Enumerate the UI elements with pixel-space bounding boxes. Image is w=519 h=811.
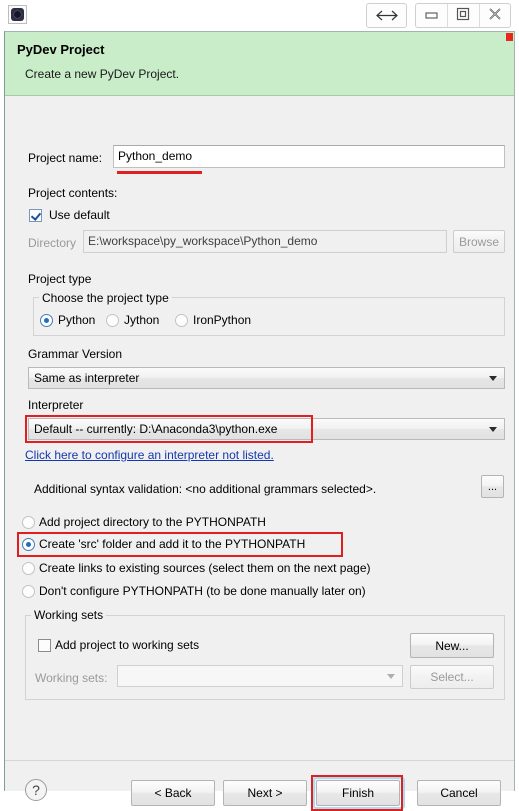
working-sets-combo [117,665,403,687]
project-name-value[interactable]: Python_demo [113,145,505,168]
working-sets-group-title: Working sets [31,608,107,622]
dialog-content: Project name: Python_demo Project conten… [5,97,514,760]
window-titlebar [0,0,519,31]
project-type-group-title: Choose the project type [39,291,172,305]
new-working-set-button[interactable]: New... [410,633,494,658]
project-type-label-jython: Jython [124,313,160,327]
cancel-button[interactable]: Cancel [417,780,501,806]
project-contents-label: Project contents: [28,186,118,200]
add-to-working-sets-checkbox[interactable] [38,639,51,652]
close-button[interactable] [478,4,510,27]
page-title: PyDev Project [17,42,105,57]
syntax-validation-ellipsis-button[interactable]: ... [481,475,504,498]
chevron-down-icon [387,674,395,679]
use-default-checkbox[interactable] [29,209,42,222]
back-button[interactable]: < Back [131,780,215,806]
left-right-arrows-icon [367,4,406,27]
new-pydev-project-dialog: PyDev Project Create a new PyDev Project… [4,31,515,811]
pythonpath-label-1: Create 'src' folder and add it to the PY… [39,537,306,551]
banner-marker [506,33,513,41]
project-type-label: Project type [28,272,92,286]
project-name-highlight [117,171,202,174]
directory-field: E:\workspace\py_workspace\Python_demo [83,230,447,253]
pythonpath-radio-0[interactable] [22,516,35,529]
project-type-label-python: Python [58,313,96,327]
chevron-down-icon [489,376,497,381]
select-working-set-button: Select... [410,665,494,689]
pythonpath-radio-3[interactable] [22,585,35,598]
page-subtitle: Create a new PyDev Project. [25,67,180,81]
use-default-label: Use default [49,208,110,222]
pythonpath-radio-1[interactable] [22,538,35,551]
grammar-version-value: Same as interpreter [34,371,140,385]
restore-button[interactable] [447,4,478,27]
window-controls [415,3,511,28]
interpreter-value: Default -- currently: D:\Anaconda3\pytho… [34,422,278,436]
project-type-radio-python[interactable] [40,314,53,327]
pythonpath-label-3: Don't configure PYTHONPATH (to be done m… [39,584,366,598]
next-button[interactable]: Next > [223,780,307,806]
grammar-version-combo[interactable]: Same as interpreter [28,367,505,389]
pydev-gear-icon [8,5,27,24]
add-to-working-sets-label: Add project to working sets [55,638,200,652]
pythonpath-radio-2[interactable] [22,562,35,575]
browse-button: Browse [453,230,505,253]
minimize-button[interactable] [416,4,447,27]
help-icon[interactable]: ? [25,779,47,801]
minimize-icon [424,9,439,23]
syntax-validation-label: Additional syntax validation: <no additi… [34,482,377,496]
pythonpath-label-0: Add project directory to the PYTHONPATH [39,515,266,529]
grammar-version-label: Grammar Version [28,347,123,361]
working-sets-label: Working sets: [35,671,108,685]
configure-interpreter-link[interactable]: Click here to configure an interpreter n… [25,448,274,462]
pythonpath-label-2: Create links to existing sources (select… [39,561,371,575]
project-name-label: Project name: [28,151,103,165]
project-type-radio-jython[interactable] [106,314,119,327]
dialog-header-banner: PyDev Project Create a new PyDev Project… [5,32,514,96]
directory-label: Directory [28,236,77,250]
project-type-label-ironpython: IronPython [193,313,252,327]
chevron-down-icon [489,427,497,432]
interpreter-label: Interpreter [28,398,84,412]
restore-icon [456,7,470,24]
interpreter-combo[interactable]: Default -- currently: D:\Anaconda3\pytho… [28,418,505,440]
close-icon [488,7,502,24]
dialog-footer: ? < Back Next > Finish Cancel [5,760,514,811]
project-type-radio-ironpython[interactable] [175,314,188,327]
resize-toggle-button[interactable] [366,3,407,28]
finish-button[interactable]: Finish [316,780,400,806]
